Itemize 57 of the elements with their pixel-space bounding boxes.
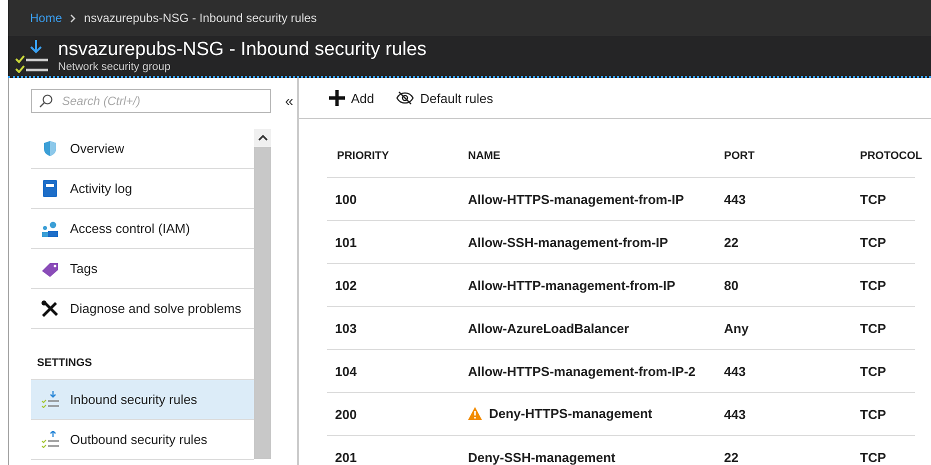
table-cell: TCP: [850, 178, 915, 220]
table-cell: Any: [714, 306, 850, 350]
column-header: PROTOCOL: [860, 150, 922, 162]
table-cell: TCP: [850, 220, 915, 264]
table-cell: 443: [714, 178, 850, 220]
inbound-rules-icon: [14, 39, 50, 73]
page-title: nsvazurepubs-NSG - Inbound security rules: [58, 39, 427, 61]
table-cell: Deny-SSH-management: [468, 450, 616, 464]
breadcrumb-current: nsvazurepubs-NSG - Inbound security rules: [84, 11, 317, 25]
sidebar-item[interactable]: Overview: [31, 129, 254, 169]
table-cell: TCP: [850, 436, 915, 465]
sidebar-item[interactable]: Tags: [31, 249, 254, 289]
shield-icon: [43, 140, 57, 157]
table-cell: 103: [327, 306, 458, 350]
add-button[interactable]: Add: [329, 90, 374, 106]
scroll-up-icon[interactable]: [258, 134, 268, 141]
plus-icon: [329, 90, 345, 106]
search-field[interactable]: Search (Ctrl+/): [31, 89, 271, 113]
table-cell: TCP: [850, 306, 915, 350]
default-rules-button[interactable]: Default rules: [396, 90, 494, 106]
home-link[interactable]: Home: [30, 11, 62, 25]
table-cell: 102: [327, 264, 458, 306]
hidden-eye-icon: [396, 91, 414, 105]
column-header: PRIORITY: [337, 150, 389, 162]
table-cell: 101: [327, 220, 458, 264]
table-cell: TCP: [850, 350, 915, 392]
tools-icon: [41, 300, 59, 317]
table-cell: Allow-HTTPS-management-from-IP-2: [468, 364, 696, 378]
collapse-button[interactable]: «: [281, 92, 298, 110]
table-cell: Allow-SSH-management-from-IP: [468, 234, 668, 250]
table-cell: 100: [327, 178, 458, 220]
scrollbar[interactable]: [254, 129, 271, 459]
book-icon: [43, 180, 57, 197]
table-cell: TCP: [850, 392, 915, 436]
table-cell: 80: [714, 264, 850, 306]
table-cell: 22: [714, 436, 850, 465]
table-cell: 201: [327, 436, 458, 465]
table-cell: Allow-HTTPS-management-from-IP: [468, 192, 684, 206]
chevron-icon: [70, 14, 76, 22]
table-cell: TCP: [850, 264, 915, 306]
table-cell: 443: [714, 350, 850, 392]
table-cell: 200: [327, 392, 458, 436]
page-subtitle: Network security group: [58, 61, 172, 73]
column-header: PORT: [724, 150, 755, 162]
table-cell: Allow-HTTP-management-from-IP: [468, 278, 676, 292]
sidebar-item[interactable]: Activity log: [31, 169, 254, 209]
table-cell: Deny-HTTPS-management: [489, 406, 652, 420]
table-cell: 104: [327, 350, 458, 392]
inbound-rules-icon: [41, 391, 59, 408]
people-icon: [41, 220, 59, 236]
tag-icon: [41, 260, 59, 276]
outbound-rules-icon: [41, 431, 59, 448]
column-header: NAME: [468, 150, 500, 162]
table-cell: Allow-AzureLoadBalancer: [468, 320, 630, 336]
table-cell: 443: [714, 392, 850, 436]
sidebar-item[interactable]: Inbound security rules: [31, 380, 254, 420]
table-cell: 22: [714, 220, 850, 264]
